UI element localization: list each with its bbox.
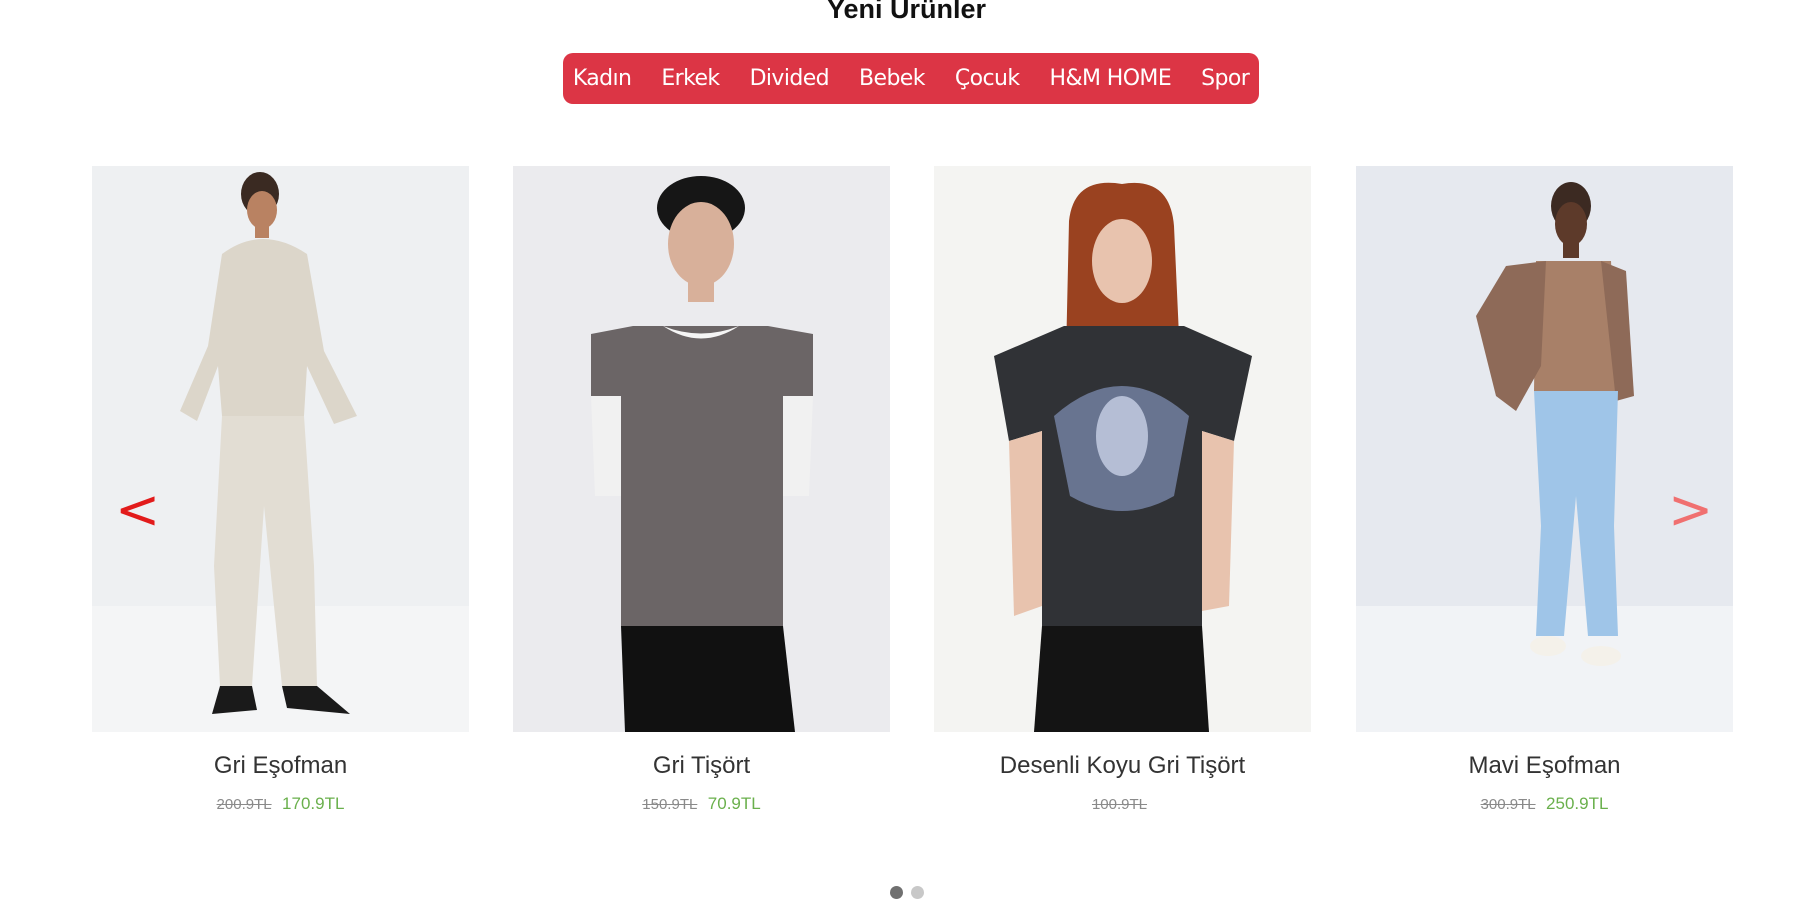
category-link-spor[interactable]: Spor <box>1186 53 1264 104</box>
section-title: Yeni Ürünler <box>826 0 987 24</box>
category-link-divided[interactable]: Divided <box>735 53 844 104</box>
product-prices: 100.9TL <box>934 794 1311 814</box>
product-image[interactable] <box>92 166 469 732</box>
product-name[interactable]: Mavi Eşofman <box>1356 752 1733 780</box>
sale-price: 70.9TL <box>707 794 761 813</box>
product-image[interactable] <box>934 166 1311 732</box>
product-image[interactable] <box>513 166 890 732</box>
old-price: 200.9TL <box>216 796 272 813</box>
category-link-erkek[interactable]: Erkek <box>646 53 734 104</box>
category-link-cocuk[interactable]: Çocuk <box>940 53 1035 104</box>
product-prices: 150.9TL 70.9TL <box>513 794 890 814</box>
product-carousel: Gri Eşofman 200.9TL 170.9TL Gri Tişört 1… <box>92 166 1733 826</box>
carousel-next-button[interactable]: > <box>1668 480 1713 540</box>
carousel-dot-2[interactable] <box>910 886 924 899</box>
product-prices: 200.9TL 170.9TL <box>92 794 469 814</box>
old-price: 150.9TL <box>642 796 698 813</box>
product-card[interactable]: Gri Tişört 150.9TL 70.9TL <box>513 166 890 814</box>
product-image[interactable] <box>1356 166 1733 732</box>
product-name[interactable]: Desenli Koyu Gri Tişört <box>934 752 1311 780</box>
category-link-kadin[interactable]: Kadın <box>558 53 647 104</box>
product-name[interactable]: Gri Tişört <box>513 752 890 780</box>
carousel-pagination <box>0 886 1813 899</box>
category-link-bebek[interactable]: Bebek <box>844 53 940 104</box>
carousel-prev-button[interactable]: < <box>115 480 160 540</box>
sale-price: 250.9TL <box>1546 794 1609 813</box>
carousel-dot-1[interactable] <box>889 886 903 899</box>
product-name[interactable]: Gri Eşofman <box>92 752 469 780</box>
product-prices: 300.9TL 250.9TL <box>1356 794 1733 814</box>
sale-price: 170.9TL <box>282 794 345 813</box>
old-price: 100.9TL <box>1091 796 1148 813</box>
category-link-hm-home[interactable]: H&M HOME <box>1035 53 1187 104</box>
category-nav: Kadın Erkek Divided Bebek Çocuk H&M HOME… <box>563 53 1259 104</box>
product-card[interactable]: Desenli Koyu Gri Tişört 100.9TL <box>934 166 1311 814</box>
old-price: 300.9TL <box>1480 796 1536 813</box>
